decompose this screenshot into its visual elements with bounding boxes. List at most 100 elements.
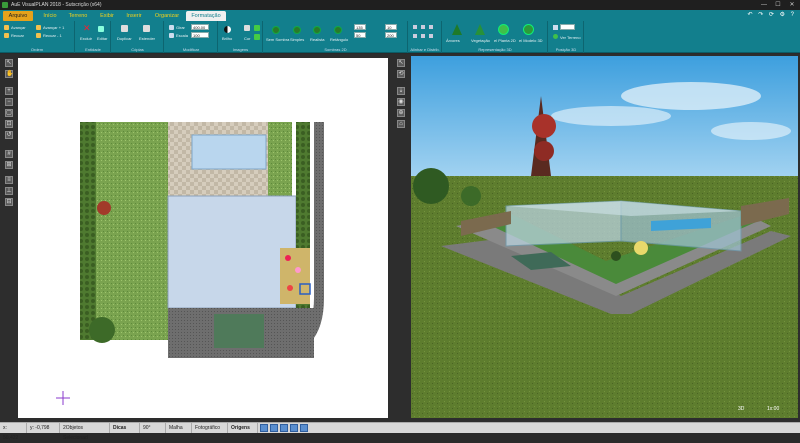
rect-shadow-icon[interactable] xyxy=(334,26,342,34)
layers-tool[interactable]: ≡ xyxy=(5,176,13,184)
backward-one-icon[interactable] xyxy=(36,33,41,38)
plant-2d-icon[interactable] xyxy=(498,24,509,35)
align-middle-icon[interactable] xyxy=(421,34,425,38)
maximize-button[interactable]: ☐ xyxy=(772,0,784,10)
excluir-label[interactable]: Excluir xyxy=(80,36,92,41)
position-up-icon[interactable] xyxy=(553,25,558,30)
align-left-icon[interactable] xyxy=(413,25,417,29)
shadow-size-field[interactable]: 200 xyxy=(385,32,397,38)
model-3d-icon[interactable] xyxy=(523,24,534,35)
color-icon[interactable] xyxy=(244,25,250,31)
orbit-tool[interactable]: ⟲ xyxy=(397,70,405,78)
terrain-icon[interactable] xyxy=(553,34,558,39)
dimension-tool[interactable]: ⊟ xyxy=(5,198,13,206)
picture-two-icon[interactable] xyxy=(254,34,260,40)
select-3d-tool[interactable]: ↖ xyxy=(397,59,405,67)
realistic-shadow-icon[interactable] xyxy=(313,26,321,34)
red-shrub[interactable] xyxy=(97,201,111,215)
zoom-fit-tool[interactable]: ▢ xyxy=(5,109,13,117)
planta-2d-label[interactable]: el Planta 2D xyxy=(494,38,516,43)
menu-organizar[interactable]: Organizar xyxy=(150,11,184,21)
zoom-out-tool[interactable]: − xyxy=(5,98,13,106)
shadow-distance-field[interactable]: 10 xyxy=(385,24,397,30)
snap-perpendicular-icon[interactable] xyxy=(280,424,288,432)
camera-tool[interactable]: ◉ xyxy=(397,98,405,106)
shadow-opacity-field[interactable]: 50 xyxy=(354,32,366,38)
brilho-label[interactable]: Brilho xyxy=(222,36,232,41)
snap-tool[interactable]: ⊞ xyxy=(5,161,13,169)
house-slab[interactable] xyxy=(167,195,297,309)
vegetacao-label[interactable]: Vegetação xyxy=(471,38,490,43)
editar-label[interactable]: Editar xyxy=(97,36,107,41)
pool[interactable] xyxy=(191,134,267,170)
recuar-one-label[interactable]: Recuar - 1 xyxy=(43,33,62,38)
status-photo[interactable]: Fotográfico xyxy=(192,423,228,433)
align-top-icon[interactable] xyxy=(413,34,417,38)
rotation-field[interactable]: 400.00 xyxy=(191,24,209,30)
close-button[interactable]: ✕ xyxy=(786,0,798,10)
quick-access-icons[interactable]: ↶ ↷ ⟳ ⚙ ? xyxy=(748,11,796,18)
snap-midpoint-icon[interactable] xyxy=(270,424,278,432)
no-shadow-icon[interactable] xyxy=(272,26,280,34)
align-right-icon[interactable] xyxy=(429,25,433,29)
delete-icon[interactable]: ✕ xyxy=(83,24,91,33)
status-mesh[interactable]: Malha xyxy=(166,423,192,433)
realista-label[interactable]: Realista xyxy=(310,37,324,42)
garden-strip[interactable] xyxy=(268,122,292,196)
flower-bed[interactable] xyxy=(280,248,310,304)
menu-exibir[interactable]: Exibir xyxy=(95,11,119,21)
simple-shadow-icon[interactable] xyxy=(293,26,301,34)
tree-icon[interactable] xyxy=(452,24,462,35)
zoom-in-tool[interactable]: + xyxy=(5,87,13,95)
align-center-icon[interactable] xyxy=(421,25,425,29)
forward-icon[interactable] xyxy=(4,25,9,30)
snap-center-icon[interactable] xyxy=(300,424,308,432)
menu-terreno[interactable]: Terreno xyxy=(64,11,92,21)
extend-icon[interactable] xyxy=(143,25,150,32)
girar-label[interactable]: Girar xyxy=(176,25,185,30)
duplicar-label[interactable]: Duplicar xyxy=(117,36,132,41)
align-bottom-icon[interactable] xyxy=(429,34,433,38)
menu-inicio[interactable]: Início xyxy=(38,11,62,21)
menu-inserir[interactable]: Inserir xyxy=(121,11,147,21)
simples-label[interactable]: Simples xyxy=(290,37,304,42)
shadow-angle-field[interactable]: 135 xyxy=(354,24,366,30)
grid-tool[interactable]: # xyxy=(5,150,13,158)
edit-icon[interactable] xyxy=(98,26,104,32)
walk-tool[interactable]: ⇣ xyxy=(397,87,405,95)
estender-label[interactable]: Estender xyxy=(139,36,155,41)
lawn-area[interactable] xyxy=(96,122,168,340)
select-tool[interactable]: ↖ xyxy=(5,59,13,67)
escala-label[interactable]: Escala xyxy=(176,33,188,38)
retangulo-label[interactable]: Retângulo xyxy=(330,37,348,42)
avancar-one-label[interactable]: Avançar + 1 xyxy=(43,25,64,30)
measure-tool[interactable]: ⊥ xyxy=(5,187,13,195)
status-hints[interactable]: Dicas xyxy=(110,423,140,433)
plan-view-2d[interactable] xyxy=(18,58,388,418)
zoom-window-tool[interactable]: ⊡ xyxy=(5,120,13,128)
cor-label[interactable]: Cor xyxy=(244,36,250,41)
recuar-label[interactable]: Recuar xyxy=(11,33,24,38)
view-3d[interactable]: 1x:00 3D xyxy=(411,56,798,418)
brightness-icon[interactable] xyxy=(224,26,231,33)
snap-endpoint-icon[interactable] xyxy=(260,424,268,432)
scale-field[interactable]: 100 xyxy=(191,32,209,38)
rotate-icon[interactable] xyxy=(169,25,174,30)
tree-bottom-left[interactable] xyxy=(89,317,115,343)
forward-one-icon[interactable] xyxy=(36,25,41,30)
sem-sombra-label[interactable]: Sem Sombra xyxy=(266,37,289,42)
reset-view-tool[interactable]: ⌂ xyxy=(397,120,405,128)
hedge-left[interactable] xyxy=(80,122,96,340)
status-angle[interactable]: 90° xyxy=(140,423,166,433)
ver-terreno-label[interactable]: Ver Terreno xyxy=(560,35,581,40)
duplicate-icon[interactable] xyxy=(121,25,128,32)
minimize-button[interactable]: — xyxy=(758,0,770,10)
menu-formatacao[interactable]: Formatação xyxy=(186,11,226,21)
scale-icon[interactable] xyxy=(169,33,174,38)
menu-file[interactable]: Arquivo xyxy=(3,11,33,21)
zoom-3d-tool[interactable]: ⊕ xyxy=(397,109,405,117)
picture-icon[interactable] xyxy=(254,25,260,31)
position-field[interactable] xyxy=(560,24,575,30)
modelo-3d-label[interactable]: el Modelo 3D xyxy=(519,38,543,43)
paving-squares[interactable] xyxy=(214,314,264,348)
